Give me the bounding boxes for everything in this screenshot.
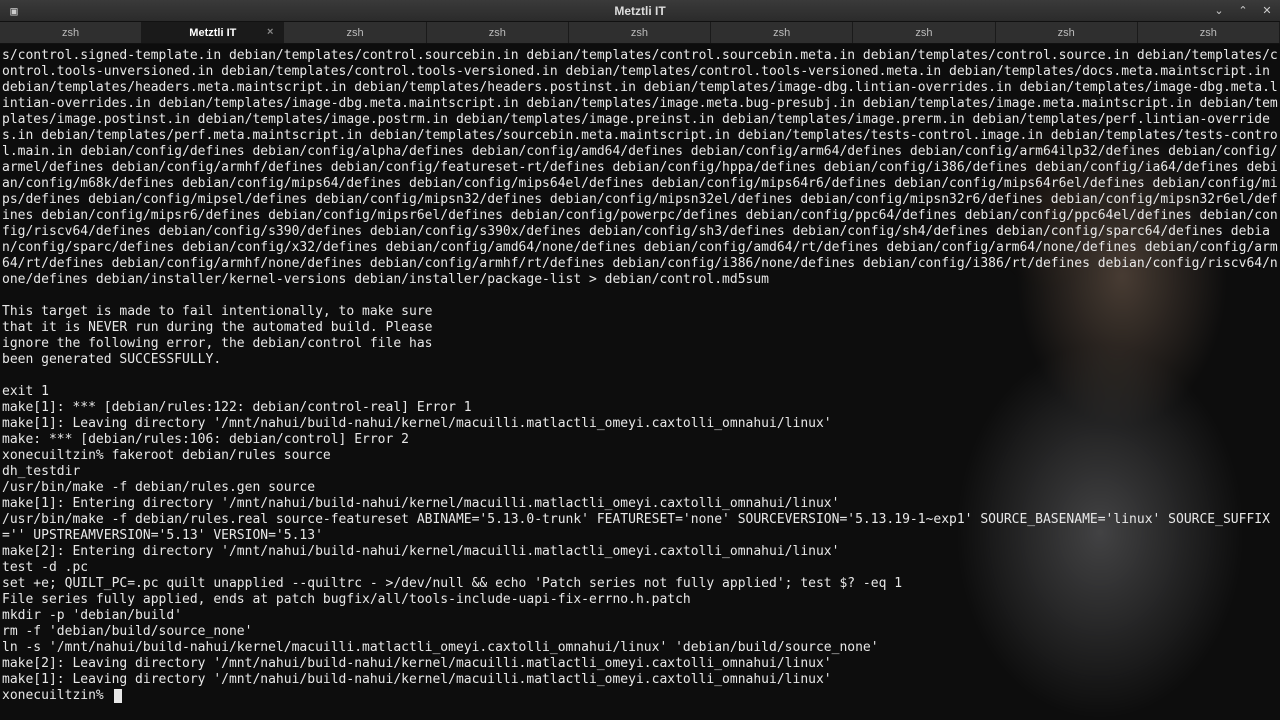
output-line: /usr/bin/make -f debian/rules.real sourc… [2, 512, 1270, 543]
tab-label: zsh [489, 27, 506, 39]
prompt-line: xonecuiltzin% [2, 688, 112, 703]
output-line: ln -s '/mnt/nahui/build-nahui/kernel/mac… [2, 640, 879, 655]
app-icon: ▣ [6, 3, 22, 19]
output-line: rm -f 'debian/build/source_none' [2, 624, 252, 639]
tab-zsh-5[interactable]: zsh [711, 22, 853, 43]
tab-label: zsh [773, 27, 790, 39]
output-line: make[1]: Leaving directory '/mnt/nahui/b… [2, 672, 832, 687]
tab-zsh-2[interactable]: zsh [284, 22, 426, 43]
tab-metztli-active[interactable]: Metztli IT × [142, 22, 284, 43]
cursor [114, 689, 122, 703]
terminal-output: s/control.signed-template.in debian/temp… [0, 44, 1280, 704]
tab-label: zsh [631, 27, 648, 39]
tab-zsh-7[interactable]: zsh [996, 22, 1138, 43]
output-line: exit 1 [2, 384, 49, 399]
tab-zsh-6[interactable]: zsh [853, 22, 995, 43]
close-icon[interactable]: × [267, 26, 273, 38]
tab-label: zsh [1058, 27, 1075, 39]
tab-label: zsh [346, 27, 363, 39]
tab-zsh-4[interactable]: zsh [569, 22, 711, 43]
output-line: File series fully applied, ends at patch… [2, 592, 691, 607]
output-line: /usr/bin/make -f debian/rules.gen source [2, 480, 315, 495]
tab-zsh-8[interactable]: zsh [1138, 22, 1280, 43]
output-line: This target is made to fail intentionall… [2, 304, 432, 319]
tab-bar: zsh Metztli IT × zsh zsh zsh zsh zsh zsh… [0, 22, 1280, 44]
output-line: make[1]: Leaving directory '/mnt/nahui/b… [2, 416, 832, 431]
output-line: been generated SUCCESSFULLY. [2, 352, 221, 367]
prompt-line: xonecuiltzin% fakeroot debian/rules sour… [2, 448, 331, 463]
titlebar: ▣ Metztli IT ⌄ ⌃ ✕ [0, 0, 1280, 22]
window-buttons: ⌄ ⌃ ✕ [1210, 0, 1276, 21]
output-line: make[2]: Entering directory '/mnt/nahui/… [2, 544, 839, 559]
output-line: that it is NEVER run during the automate… [2, 320, 432, 335]
close-button[interactable]: ✕ [1258, 3, 1276, 19]
output-line: ignore the following error, the debian/c… [2, 336, 432, 351]
output-line: dh_testdir [2, 464, 80, 479]
output-line: s/control.signed-template.in debian/temp… [2, 48, 1278, 287]
output-line: make: *** [debian/rules:106: debian/cont… [2, 432, 409, 447]
maximize-button[interactable]: ⌃ [1234, 3, 1252, 19]
output-line: test -d .pc [2, 560, 88, 575]
minimize-button[interactable]: ⌄ [1210, 3, 1228, 19]
output-line: make[1]: *** [debian/rules:122: debian/c… [2, 400, 472, 415]
terminal-viewport[interactable]: s/control.signed-template.in debian/temp… [0, 44, 1280, 720]
tab-label: Metztli IT [189, 27, 236, 39]
output-line: make[2]: Leaving directory '/mnt/nahui/b… [2, 656, 832, 671]
output-line: make[1]: Entering directory '/mnt/nahui/… [2, 496, 839, 511]
output-line: set +e; QUILT_PC=.pc quilt unapplied --q… [2, 576, 902, 591]
tab-label: zsh [915, 27, 932, 39]
output-line: mkdir -p 'debian/build' [2, 608, 182, 623]
tab-zsh-3[interactable]: zsh [427, 22, 569, 43]
tab-label: zsh [1200, 27, 1217, 39]
window-title: Metztli IT [614, 4, 665, 18]
tab-zsh-1[interactable]: zsh [0, 22, 142, 43]
tab-label: zsh [62, 27, 79, 39]
